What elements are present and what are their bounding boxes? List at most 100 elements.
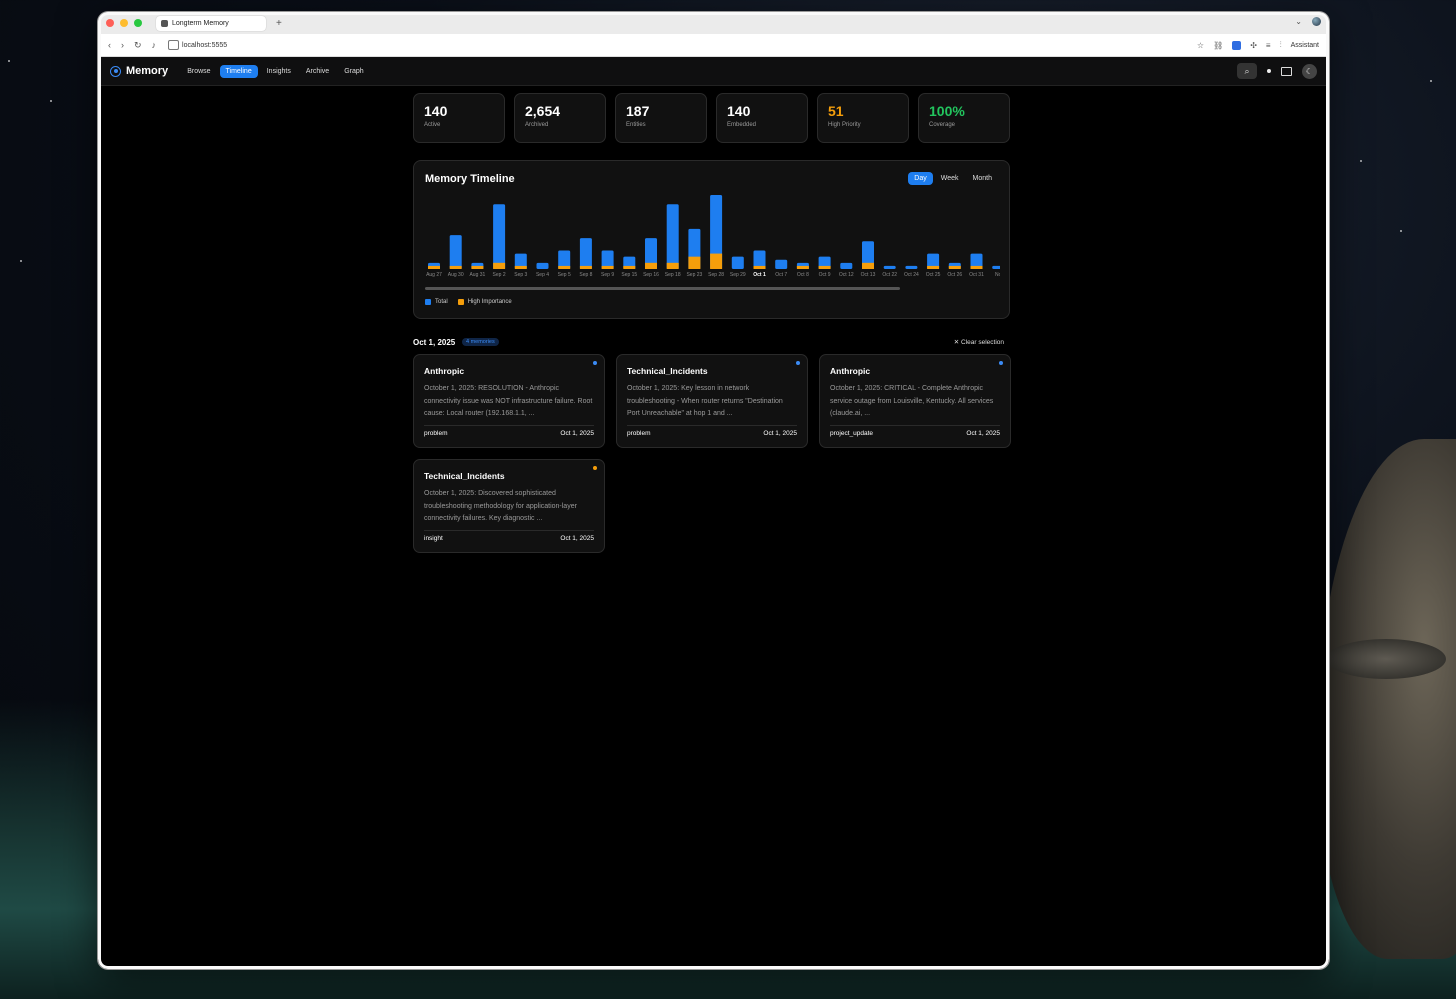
- main-nav: Browse Timeline Insights Archive Graph: [181, 64, 369, 78]
- forward-icon[interactable]: ›: [121, 40, 124, 51]
- reload-icon[interactable]: ↻: [134, 40, 142, 51]
- audio-icon[interactable]: ⫶: [1280, 40, 1282, 50]
- legend-label: High Importance: [467, 299, 512, 305]
- star: [1430, 80, 1432, 82]
- bar-total[interactable]: [666, 204, 679, 269]
- bar-high-importance[interactable]: [927, 265, 940, 269]
- star: [50, 100, 52, 102]
- nav-browse[interactable]: Browse: [181, 65, 216, 78]
- reading-list-icon[interactable]: ≡: [1266, 41, 1271, 50]
- stat-value: 51: [828, 103, 844, 119]
- legend-item-total: Total: [425, 299, 448, 305]
- search-button[interactable]: ⌕: [1237, 63, 1257, 79]
- nav-graph[interactable]: Graph: [338, 65, 369, 78]
- app-header: Memory Browse Timeline Insights Archive …: [98, 57, 1329, 86]
- bookmark-star-icon[interactable]: ☆: [1197, 41, 1204, 50]
- puzzle-icon[interactable]: ✣: [1250, 41, 1257, 50]
- site-info-icon[interactable]: [168, 40, 180, 50]
- profile-icon[interactable]: [1312, 17, 1321, 26]
- bar-high-importance[interactable]: [493, 262, 506, 269]
- brand-name: Memory: [126, 65, 169, 77]
- range-month-button[interactable]: Month: [967, 172, 998, 185]
- x-tick-label: Sep 9: [601, 272, 614, 278]
- new-tab-button[interactable]: +: [276, 18, 282, 29]
- card-date: Oct 1, 2025: [560, 430, 594, 437]
- card-date: Oct 1, 2025: [966, 430, 1000, 437]
- wallpaper-rock-small: [1326, 639, 1446, 679]
- bar-high-importance[interactable]: [666, 262, 679, 269]
- bar-high-importance[interactable]: [862, 262, 874, 269]
- range-week-button[interactable]: Week: [935, 172, 965, 185]
- nav-insights[interactable]: Insights: [261, 65, 297, 78]
- clear-selection-button[interactable]: ✕ Clear selection: [954, 338, 1004, 346]
- bar-total[interactable]: [905, 265, 918, 269]
- bar-high-importance[interactable]: [449, 265, 462, 269]
- bar-total[interactable]: [775, 259, 788, 269]
- bar-high-importance[interactable]: [623, 265, 636, 269]
- bar-total[interactable]: [536, 262, 549, 269]
- memory-card[interactable]: Technical_Incidents October 1, 2025: Dis…: [413, 459, 605, 553]
- bar-total[interactable]: [579, 238, 592, 269]
- bar-high-importance[interactable]: [601, 265, 614, 269]
- card-text: October 1, 2025: CRITICAL - Complete Ant…: [830, 385, 994, 417]
- minimize-window-button[interactable]: [120, 19, 128, 27]
- moon-icon: ☾: [1305, 66, 1314, 76]
- search-icon: ⌕: [1244, 65, 1250, 76]
- browser-tab[interactable]: Longterm Memory: [156, 15, 266, 31]
- link-icon[interactable]: ⛓: [1213, 41, 1223, 50]
- range-day-button[interactable]: Day: [908, 172, 933, 185]
- bar-high-importance[interactable]: [753, 265, 766, 269]
- star: [1360, 160, 1362, 162]
- x-tick-label: Oct 7: [775, 272, 787, 278]
- back-icon[interactable]: ‹: [108, 40, 111, 51]
- x-tick-label: Sep 16: [643, 272, 659, 278]
- chart-scrollbar[interactable]: [425, 287, 900, 290]
- card-text: October 1, 2025: Key lesson in network t…: [627, 385, 783, 417]
- timeline-title: Memory Timeline: [425, 173, 515, 185]
- bar-high-importance[interactable]: [818, 265, 831, 269]
- bar-high-importance[interactable]: [579, 265, 592, 269]
- bar-high-importance[interactable]: [796, 265, 809, 269]
- bar-high-importance[interactable]: [428, 265, 440, 269]
- x-tick-label: Oct 31: [969, 272, 984, 278]
- brand[interactable]: Memory: [110, 65, 168, 77]
- close-window-button[interactable]: [106, 19, 114, 27]
- bar-high-importance[interactable]: [948, 265, 961, 269]
- card-text: October 1, 2025: Discovered sophisticate…: [424, 490, 577, 522]
- monitor-icon[interactable]: [1281, 66, 1292, 76]
- bar-high-importance[interactable]: [514, 265, 527, 269]
- stat-value: 140: [424, 103, 448, 119]
- star: [20, 260, 22, 262]
- x-tick-label: Oct 26: [947, 272, 962, 278]
- bar-total[interactable]: [731, 256, 744, 269]
- bar-total[interactable]: [493, 204, 506, 269]
- stat-label: Embedded: [727, 122, 757, 128]
- memory-card[interactable]: Anthropic October 1, 2025: CRITICAL - Co…: [819, 354, 1011, 448]
- bar-total[interactable]: [840, 262, 853, 269]
- tab-list-chevron-icon[interactable]: ⌄: [1295, 17, 1302, 26]
- bar-high-importance[interactable]: [688, 256, 701, 269]
- memory-card[interactable]: Technical_Incidents October 1, 2025: Key…: [616, 354, 808, 448]
- maximize-window-button[interactable]: [134, 19, 142, 27]
- bar-high-importance[interactable]: [645, 262, 657, 269]
- bar-high-importance[interactable]: [558, 265, 571, 269]
- nav-timeline[interactable]: Timeline: [219, 64, 258, 78]
- bar-total[interactable]: [883, 265, 896, 269]
- nav-archive[interactable]: Archive: [300, 65, 335, 78]
- theme-toggle-button[interactable]: ☾: [1302, 63, 1317, 79]
- url-text: localhost:5555: [182, 41, 228, 49]
- memory-count-badge: 4 memories: [462, 338, 499, 346]
- bar-high-importance[interactable]: [710, 253, 723, 269]
- browser-tab-title: Longterm Memory: [172, 19, 229, 27]
- assistant-button[interactable]: Assistant: [1291, 42, 1319, 49]
- bar-high-importance[interactable]: [471, 265, 484, 269]
- extension-icon[interactable]: [1232, 40, 1242, 50]
- bar-total[interactable]: [449, 235, 462, 269]
- microphone-icon[interactable]: ♪: [152, 40, 157, 51]
- url-field[interactable]: localhost:5555: [168, 40, 227, 50]
- bar-total[interactable]: [992, 265, 1000, 269]
- memory-card[interactable]: Anthropic October 1, 2025: RESOLUTION - …: [413, 354, 605, 448]
- x-tick-label: No: [995, 272, 1000, 278]
- card-title: Anthropic: [424, 366, 465, 376]
- bar-high-importance[interactable]: [970, 265, 983, 269]
